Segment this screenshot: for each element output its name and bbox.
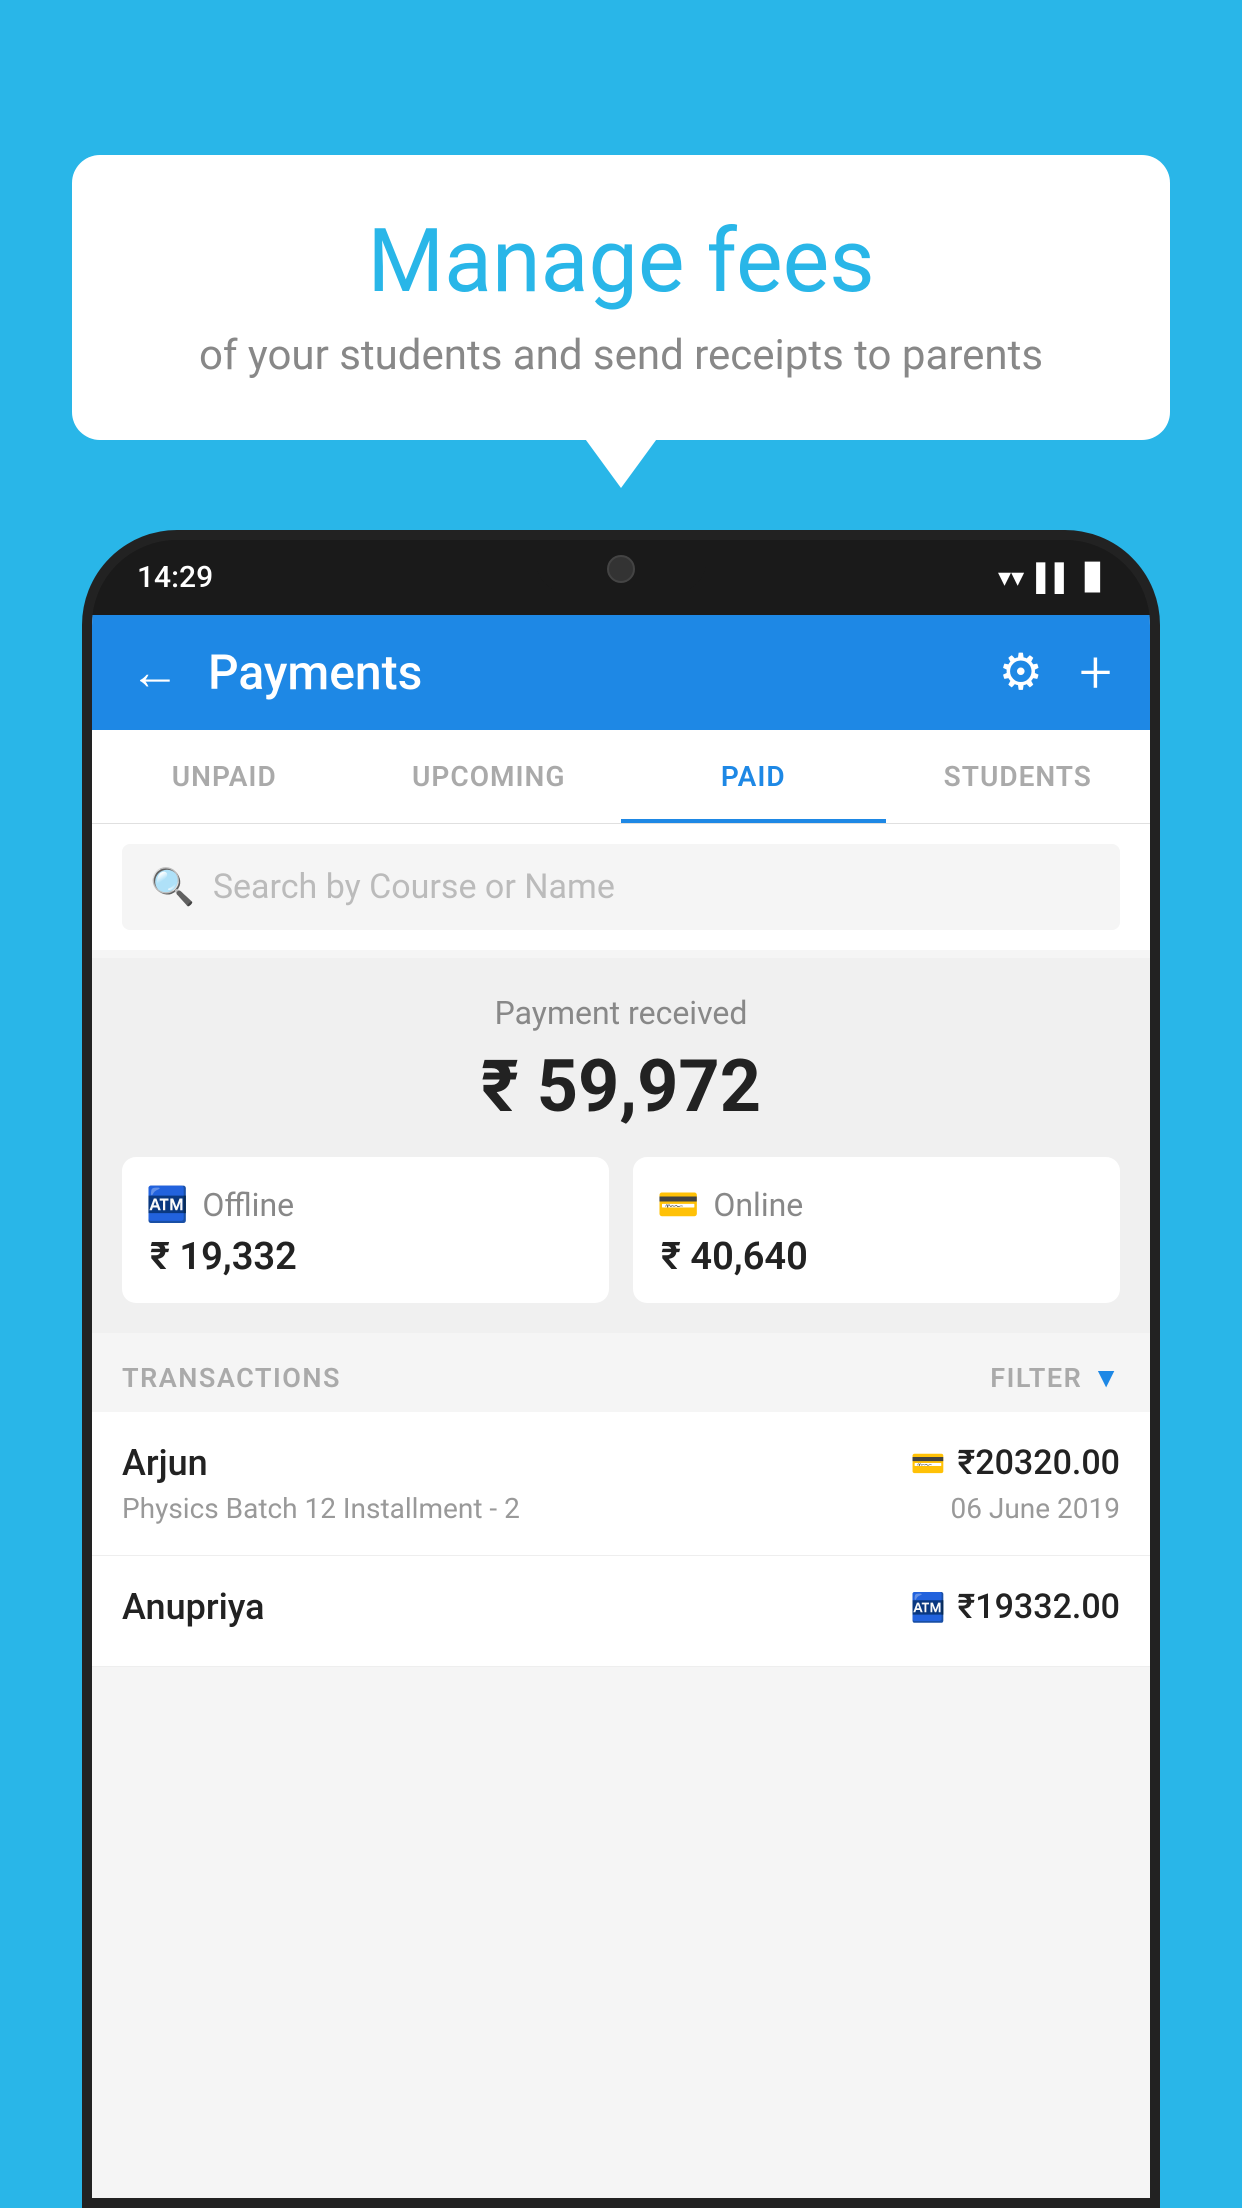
status-time: 14:29 — [137, 560, 213, 595]
online-label: Online — [713, 1186, 803, 1224]
transactions-header: TRANSACTIONS FILTER ▼ — [92, 1333, 1150, 1412]
offline-card: 🏧 Offline ₹ 19,332 — [122, 1157, 609, 1303]
tab-unpaid[interactable]: UNPAID — [92, 730, 357, 823]
camera-dot — [607, 555, 635, 583]
status-icons: ▾▾ ▌▌ ▊ — [998, 562, 1105, 593]
transaction-course: Physics Batch 12 Installment - 2 — [122, 1492, 520, 1525]
payment-amount: ₹ 59,972 — [122, 1044, 1120, 1129]
offline-amount: ₹ 19,332 — [146, 1235, 585, 1279]
online-card-header: 💳 Online — [657, 1185, 1096, 1225]
speech-bubble: Manage fees of your students and send re… — [72, 155, 1170, 440]
filter-icon: ▼ — [1092, 1361, 1120, 1394]
filter-container[interactable]: FILTER ▼ — [990, 1361, 1120, 1394]
offline-icon: 🏧 — [146, 1185, 188, 1225]
payment-label: Payment received — [122, 994, 1120, 1032]
transaction-row[interactable]: Arjun 💳 ₹20320.00 Physics Batch 12 Insta… — [92, 1412, 1150, 1556]
status-bar: 14:29 ▾▾ ▌▌ ▊ — [92, 540, 1150, 615]
add-button[interactable]: + — [1079, 639, 1112, 707]
offline-label: Offline — [202, 1186, 294, 1224]
transaction-amount: ₹20320.00 — [958, 1443, 1120, 1483]
settings-icon[interactable]: ⚙ — [998, 643, 1043, 702]
tab-students[interactable]: STUDENTS — [886, 730, 1151, 823]
transaction-amount: ₹19332.00 — [958, 1587, 1120, 1627]
tab-paid[interactable]: PAID — [621, 730, 886, 823]
transaction-date: 06 June 2019 — [950, 1492, 1120, 1525]
phone-frame: 14:29 ▾▾ ▌▌ ▊ ← Payments ⚙ + UNPAID UPCO… — [82, 530, 1160, 2208]
search-box[interactable]: 🔍 Search by Course or Name — [122, 844, 1120, 930]
online-icon: 💳 — [657, 1185, 699, 1225]
signal-icon: ▌▌ — [1036, 562, 1073, 593]
phone-notch — [536, 540, 706, 592]
cash-payment-icon: 🏧 — [911, 1591, 946, 1624]
app-bar-right: ⚙ + — [998, 639, 1112, 707]
phone-content: ← Payments ⚙ + UNPAID UPCOMING PAID STUD… — [92, 615, 1150, 2198]
back-button[interactable]: ← — [130, 643, 180, 702]
offline-card-header: 🏧 Offline — [146, 1185, 585, 1225]
online-card: 💳 Online ₹ 40,640 — [633, 1157, 1120, 1303]
bubble-subtitle: of your students and send receipts to pa… — [132, 331, 1110, 380]
transaction-bottom: Physics Batch 12 Installment - 2 06 June… — [122, 1492, 1120, 1525]
transactions-label: TRANSACTIONS — [122, 1362, 341, 1394]
payment-cards: 🏧 Offline ₹ 19,332 💳 Online ₹ 40,640 — [122, 1157, 1120, 1303]
transaction-name: Anupriya — [122, 1586, 265, 1628]
search-icon: 🔍 — [150, 866, 195, 908]
transaction-top: Anupriya 🏧 ₹19332.00 — [122, 1586, 1120, 1628]
battery-icon: ▊ — [1085, 563, 1105, 593]
wifi-icon: ▾▾ — [998, 563, 1024, 593]
transaction-name: Arjun — [122, 1442, 208, 1484]
tab-upcoming[interactable]: UPCOMING — [357, 730, 622, 823]
card-payment-icon: 💳 — [911, 1447, 946, 1480]
app-bar: ← Payments ⚙ + — [92, 615, 1150, 730]
search-input[interactable]: Search by Course or Name — [213, 867, 615, 907]
app-bar-left: ← Payments — [130, 643, 422, 702]
bubble-title: Manage fees — [132, 210, 1110, 313]
transaction-row[interactable]: Anupriya 🏧 ₹19332.00 — [92, 1556, 1150, 1667]
search-container: 🔍 Search by Course or Name — [92, 824, 1150, 950]
payment-section: Payment received ₹ 59,972 🏧 Offline ₹ 19… — [92, 958, 1150, 1333]
speech-bubble-container: Manage fees of your students and send re… — [72, 155, 1170, 440]
filter-label: FILTER — [990, 1362, 1082, 1394]
page-title: Payments — [208, 644, 422, 701]
online-amount: ₹ 40,640 — [657, 1235, 1096, 1279]
transaction-amount-container: 💳 ₹20320.00 — [911, 1443, 1120, 1483]
transaction-top: Arjun 💳 ₹20320.00 — [122, 1442, 1120, 1484]
tabs-container: UNPAID UPCOMING PAID STUDENTS — [92, 730, 1150, 824]
transaction-amount-container: 🏧 ₹19332.00 — [911, 1587, 1120, 1627]
